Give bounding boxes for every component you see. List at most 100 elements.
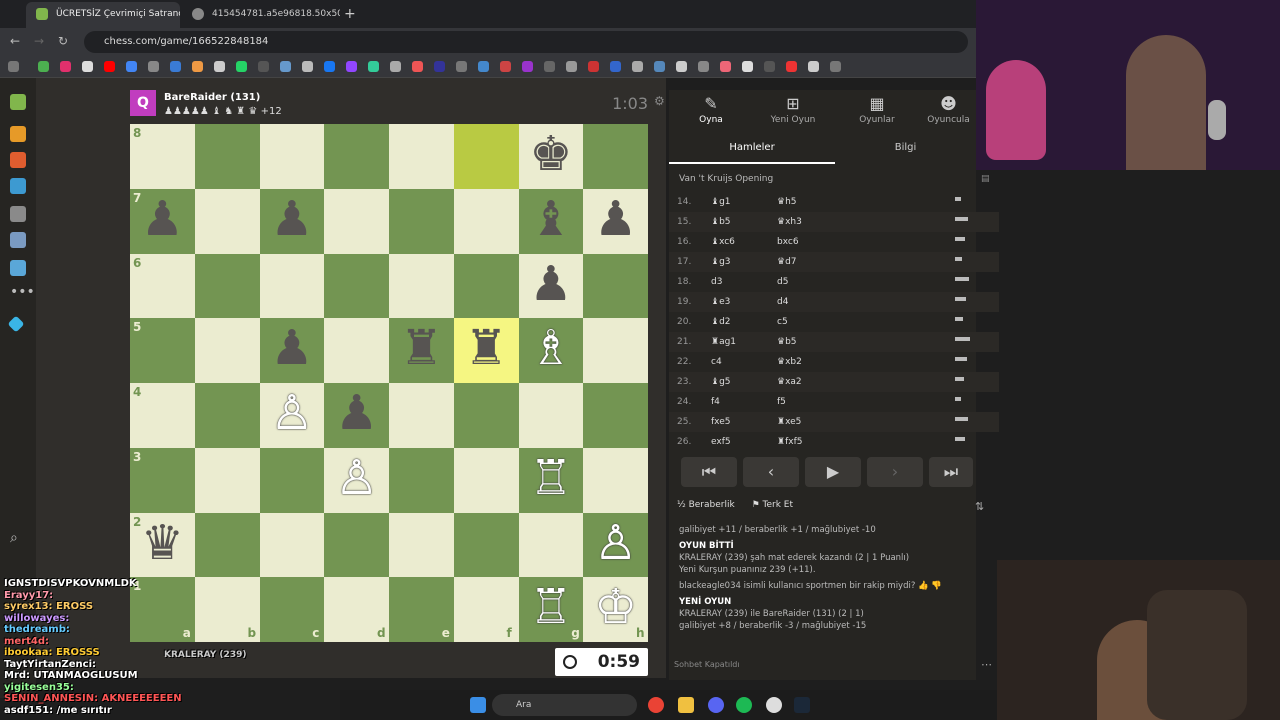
- bookmark-icon[interactable]: [236, 61, 247, 72]
- tab-info[interactable]: Bilgi: [835, 142, 976, 164]
- black-piece-g6[interactable]: ♟: [519, 254, 584, 319]
- bookmark-icon[interactable]: [280, 61, 291, 72]
- white-move[interactable]: ♝g3: [711, 252, 731, 272]
- square-e4[interactable]: [389, 383, 454, 448]
- square-f3[interactable]: [453, 447, 519, 513]
- square-h4[interactable]: [583, 383, 648, 448]
- bookmark-icon[interactable]: [302, 61, 313, 72]
- black-piece-e5[interactable]: ♜: [389, 318, 454, 383]
- chess-logo-icon[interactable]: [10, 94, 26, 110]
- app-icon[interactable]: [766, 697, 782, 713]
- square-b7[interactable]: [194, 188, 260, 254]
- opening-name[interactable]: Van 't Kruijs Opening: [679, 174, 773, 184]
- bookmark-icon[interactable]: [654, 61, 665, 72]
- resign-button[interactable]: ⚑ Terk Et: [752, 500, 793, 510]
- bookmark-icon[interactable]: [786, 61, 797, 72]
- white-move[interactable]: ♝b5: [711, 212, 731, 232]
- black-move[interactable]: ♛b5: [777, 332, 797, 352]
- chrome-icon[interactable]: [648, 697, 664, 713]
- learn-icon[interactable]: [10, 178, 26, 194]
- bookmark-icon[interactable]: [38, 61, 49, 72]
- white-piece-d3[interactable]: ♙: [324, 448, 389, 513]
- black-move[interactable]: d5: [777, 272, 788, 292]
- white-move[interactable]: ♜ag1: [711, 332, 736, 352]
- bookmark-icon[interactable]: [698, 61, 709, 72]
- bookmark-icon[interactable]: [610, 61, 621, 72]
- square-f7[interactable]: [453, 188, 519, 254]
- bookmark-icon[interactable]: [830, 61, 841, 72]
- white-piece-h2[interactable]: ♙: [583, 513, 648, 578]
- bookmark-icon[interactable]: [522, 61, 533, 72]
- black-move[interactable]: ♛d7: [777, 252, 797, 272]
- square-d7[interactable]: [324, 188, 389, 254]
- last-move-button[interactable]: ⏭: [929, 457, 973, 487]
- flip-board-icon[interactable]: ⇅: [975, 500, 984, 513]
- square-d8[interactable]: [324, 124, 389, 189]
- bottom-player-name[interactable]: KRALERAY (239): [164, 650, 246, 660]
- previous-move-button[interactable]: ‹: [743, 457, 799, 487]
- bookmark-icon[interactable]: [148, 61, 159, 72]
- square-b5[interactable]: [194, 318, 260, 383]
- url-field[interactable]: chess.com/game/166522848184: [84, 31, 968, 53]
- square-c8[interactable]: [259, 124, 325, 189]
- square-b2[interactable]: [194, 512, 260, 578]
- square-f2[interactable]: [453, 512, 519, 578]
- square-f8[interactable]: [453, 124, 519, 189]
- bookmark-icon[interactable]: [126, 61, 137, 72]
- tab-play[interactable]: ✎ Oyna: [671, 94, 751, 125]
- bookmark-icon[interactable]: [588, 61, 599, 72]
- black-move[interactable]: ♛xb2: [777, 352, 802, 372]
- thumbs-up-icon[interactable]: 👍: [918, 581, 929, 591]
- search-icon[interactable]: ⌕: [10, 530, 18, 546]
- thumbs-down-icon[interactable]: 👎: [931, 581, 942, 591]
- browser-tab-chess[interactable]: ÜCRETSİZ Çevrimiçi Satranç: [26, 2, 180, 28]
- black-move[interactable]: f5: [777, 392, 786, 412]
- tab-games[interactable]: ▦ Oyunlar: [837, 94, 917, 125]
- black-piece-h7[interactable]: ♟: [583, 189, 648, 254]
- black-move[interactable]: bxc6: [777, 232, 799, 252]
- bookmark-icon[interactable]: [676, 61, 687, 72]
- discord-icon[interactable]: [708, 697, 724, 713]
- bookmark-icon[interactable]: [390, 61, 401, 72]
- white-move[interactable]: d3: [711, 272, 722, 292]
- watch-icon[interactable]: [10, 206, 26, 222]
- puzzles-icon[interactable]: [10, 152, 26, 168]
- play-pawn-icon[interactable]: [10, 126, 26, 142]
- black-piece-f5[interactable]: ♜: [454, 318, 519, 383]
- player-name[interactable]: BareRaider (131): [164, 92, 260, 103]
- square-g4[interactable]: [518, 383, 584, 448]
- bookmark-icon[interactable]: [808, 61, 819, 72]
- next-move-button[interactable]: ›: [867, 457, 923, 487]
- first-move-button[interactable]: ⏮: [681, 457, 737, 487]
- black-move[interactable]: d4: [777, 292, 788, 312]
- black-piece-d4[interactable]: ♟: [324, 383, 389, 448]
- gear-icon[interactable]: ⚙: [654, 94, 665, 108]
- white-piece-g5[interactable]: ♗: [519, 318, 584, 383]
- bookmark-icon[interactable]: [742, 61, 753, 72]
- tab-new-game[interactable]: ⊞ Yeni Oyun: [753, 94, 833, 125]
- bookmark-icon[interactable]: [324, 61, 335, 72]
- black-move[interactable]: ♜xe5: [777, 412, 801, 432]
- bookmark-icon[interactable]: [544, 61, 555, 72]
- square-d6[interactable]: [324, 253, 389, 319]
- bookmark-icon[interactable]: [258, 61, 269, 72]
- bookmark-icon[interactable]: [500, 61, 511, 72]
- black-move[interactable]: ♛h5: [777, 192, 797, 212]
- draw-button[interactable]: ½ Beraberlik: [677, 500, 735, 510]
- square-h8[interactable]: [583, 124, 648, 189]
- bookmark-icon[interactable]: [368, 61, 379, 72]
- square-h5[interactable]: [583, 318, 648, 383]
- square-e7[interactable]: [389, 188, 454, 254]
- square-f6[interactable]: [453, 253, 519, 319]
- white-piece-c4[interactable]: ♙: [260, 383, 325, 448]
- black-piece-c5[interactable]: ♟: [260, 318, 325, 383]
- bookmark-icon[interactable]: [566, 61, 577, 72]
- new-tab-button[interactable]: +: [344, 2, 364, 28]
- square-c2[interactable]: [259, 512, 325, 578]
- bookmark-icon[interactable]: [764, 61, 775, 72]
- square-b3[interactable]: [194, 447, 260, 513]
- black-move[interactable]: ♛xa2: [777, 372, 802, 392]
- browser-tab-image[interactable]: 415454781.a5e96818.50x50o.4: [182, 2, 340, 28]
- black-piece-g8[interactable]: ♚: [519, 124, 584, 189]
- windows-start-icon[interactable]: [470, 697, 486, 713]
